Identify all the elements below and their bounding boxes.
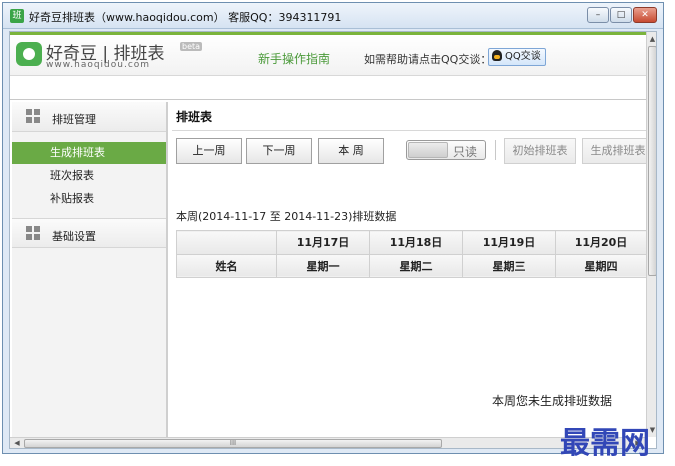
this-week-button[interactable]: 本 周 bbox=[318, 138, 384, 164]
sidebar-group-label: 基础设置 bbox=[52, 230, 96, 243]
generate-schedule-button[interactable]: 生成排班表 bbox=[582, 138, 646, 164]
logo-url: www.haoqidou.com bbox=[46, 60, 151, 70]
prev-week-button[interactable]: 上一周 bbox=[176, 138, 242, 164]
table-header-cell: 11月17日 bbox=[276, 230, 370, 255]
week-range-text: 本周(2014-11-17 至 2014-11-23)排班数据 bbox=[176, 210, 397, 223]
next-week-button[interactable]: 下一周 bbox=[246, 138, 312, 164]
close-button[interactable]: ✕ bbox=[633, 7, 657, 23]
vertical-scroll-thumb[interactable] bbox=[648, 46, 656, 276]
init-schedule-button[interactable]: 初始排班表 bbox=[504, 138, 576, 164]
title-divider bbox=[172, 130, 646, 131]
app-icon: 班 bbox=[10, 9, 24, 23]
grid-icon bbox=[26, 109, 40, 123]
sidebar-group-label: 排班管理 bbox=[52, 113, 96, 126]
horizontal-scrollbar[interactable]: ◀ III ▶ bbox=[10, 437, 646, 448]
table-header-cell: 11月19日 bbox=[462, 230, 556, 255]
sidebar-group-settings[interactable]: 基础设置 bbox=[12, 218, 166, 248]
client-area: 好奇豆 | 排班表 www.haoqidou.com beta 新手操作指南 如… bbox=[9, 31, 657, 449]
qq-penguin-icon bbox=[492, 50, 502, 61]
maximize-button[interactable]: □ bbox=[610, 7, 632, 23]
qq-chat-label: QQ交谈 bbox=[505, 51, 541, 62]
sidebar-group-schedule[interactable]: 排班管理 bbox=[12, 102, 166, 132]
schedule-table: 11月17日 11月18日 11月19日 11月20日 姓名 星期一 星期二 星… bbox=[176, 230, 646, 278]
readonly-toggle[interactable]: 只读 bbox=[406, 140, 486, 160]
table-header-cell: 星期二 bbox=[369, 253, 463, 278]
page-title: 排班表 bbox=[176, 110, 213, 124]
grid-icon bbox=[26, 226, 40, 240]
horizontal-scroll-thumb[interactable]: III bbox=[24, 439, 442, 448]
sidebar-item-shift-report[interactable]: 班次报表 bbox=[12, 165, 166, 187]
beta-badge: beta bbox=[180, 42, 203, 51]
empty-state-message: 本周您未生成排班数据 bbox=[492, 394, 613, 408]
table-date-row: 11月17日 11月18日 11月19日 11月20日 bbox=[176, 230, 646, 255]
title-bar[interactable]: 班 好奇豆排班表（www.haoqidou.com） 客服QQ：39431179… bbox=[3, 3, 663, 29]
table-header-cell bbox=[176, 230, 277, 255]
app-window: 班 好奇豆排班表（www.haoqidou.com） 客服QQ：39431179… bbox=[2, 2, 664, 454]
logo-icon bbox=[16, 42, 42, 66]
app-header: 好奇豆 | 排班表 www.haoqidou.com beta 新手操作指南 如… bbox=[10, 32, 646, 75]
window-title: 好奇豆排班表（www.haoqidou.com） 客服QQ：394311791 bbox=[29, 11, 342, 24]
sidebar-item-generate-schedule[interactable]: 生成排班表 bbox=[12, 142, 166, 164]
toggle-knob bbox=[408, 142, 448, 158]
main-panel: 排班表 上一周 下一周 本 周 只读 初始排班表 生成排班表 本周(2014-1… bbox=[172, 102, 646, 437]
toolbar-divider bbox=[495, 140, 496, 160]
table-header-cell: 11月18日 bbox=[369, 230, 463, 255]
table-header-cell: 姓名 bbox=[176, 253, 277, 278]
table-header-cell: 星期一 bbox=[276, 253, 370, 278]
guide-link[interactable]: 新手操作指南 bbox=[258, 50, 330, 67]
sidebar: 排班管理 生成排班表 班次报表 补贴报表 基础设置 bbox=[12, 102, 168, 437]
table-weekday-row: 姓名 星期一 星期二 星期三 星期四 bbox=[176, 253, 646, 278]
sub-toolbar bbox=[10, 75, 646, 100]
table-header-cell: 11月20日 bbox=[555, 230, 646, 255]
minimize-button[interactable]: – bbox=[587, 7, 609, 23]
scroll-up-icon[interactable]: ▲ bbox=[647, 33, 656, 45]
table-header-cell: 星期四 bbox=[555, 253, 646, 278]
readonly-toggle-label: 只读 bbox=[453, 145, 478, 159]
scroll-left-icon[interactable]: ◀ bbox=[11, 438, 23, 448]
sidebar-item-allowance-report[interactable]: 补贴报表 bbox=[12, 188, 166, 210]
vertical-scrollbar[interactable]: ▲ ▼ bbox=[646, 32, 656, 437]
qq-chat-button[interactable]: QQ交谈 bbox=[488, 48, 546, 66]
watermark-logo: 最需网 bbox=[560, 426, 650, 461]
table-header-cell: 星期三 bbox=[462, 253, 556, 278]
help-text: 如需帮助请点击QQ交谈： bbox=[364, 53, 492, 66]
